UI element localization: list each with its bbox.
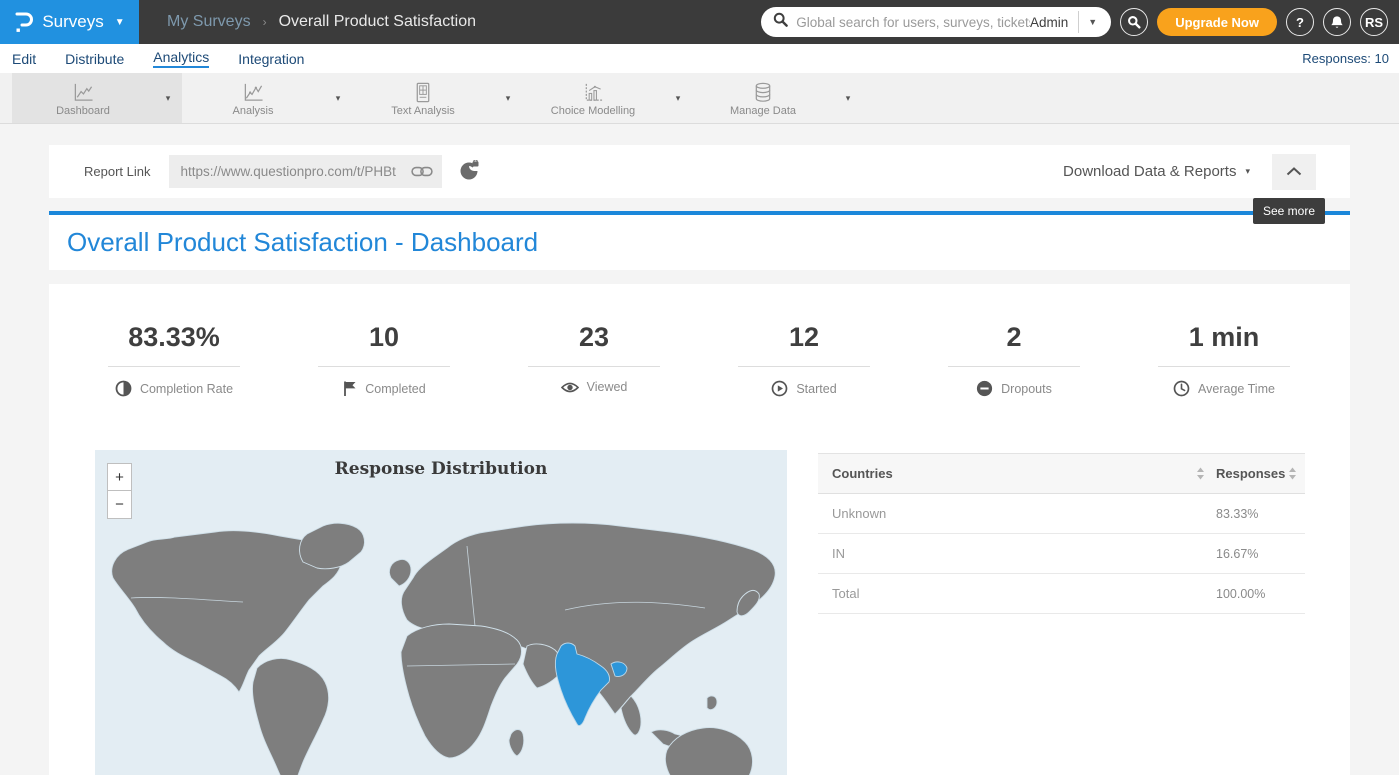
text-analysis-icon (410, 82, 436, 103)
report-link-bar: Report Link https://www.questionpro.com/… (49, 145, 1350, 198)
completion-rate-icon (115, 380, 132, 397)
help-button[interactable]: ? (1286, 8, 1314, 36)
breadcrumb-my-surveys[interactable]: My Surveys (167, 13, 251, 31)
countries-table-header: Countries Responses (818, 453, 1305, 494)
chevron-up-icon (1286, 167, 1302, 176)
toolbar-group-manage-data: Manage Data ▾ (692, 73, 862, 123)
column-header-countries[interactable]: Countries (832, 466, 893, 481)
analytics-toolbar: Dashboard ▾ Analysis ▾ Text Analysis ▾ C… (0, 73, 1399, 124)
map-zoom-out-button[interactable]: − (107, 491, 132, 519)
tab-manage-data-dropdown[interactable]: ▾ (834, 73, 862, 123)
tab-manage-data[interactable]: Manage Data (692, 73, 834, 123)
report-link-label: Report Link (84, 164, 150, 179)
eye-icon (561, 381, 579, 394)
tab-analysis-dropdown[interactable]: ▾ (324, 73, 352, 123)
top-bar: Surveys ▼ My Surveys › Overall Product S… (0, 0, 1399, 44)
flag-icon (342, 380, 357, 397)
play-circle-icon (771, 380, 788, 397)
stat-viewed: 23 Viewed (489, 322, 699, 397)
content-area: Report Link https://www.questionpro.com/… (0, 124, 1399, 775)
stat-average-time: 1 min Average Time (1119, 322, 1329, 397)
stat-started: 12 Started (699, 322, 909, 397)
responses-count: Responses: 10 (1302, 51, 1389, 66)
clock-icon (1173, 380, 1190, 397)
nav-item-edit[interactable]: Edit (12, 51, 36, 67)
product-name: Surveys (42, 12, 103, 32)
search-icon (773, 12, 788, 32)
report-url-value: https://www.questionpro.com/t/PHBt (180, 164, 411, 179)
sort-icon-responses[interactable] (1288, 467, 1297, 480)
survey-nav: Edit Distribute Analytics Integration Re… (0, 44, 1399, 73)
stats-row: 83.33% Completion Rate 10 Completed 23 (49, 284, 1350, 397)
global-search[interactable]: Admin ▼ (761, 7, 1111, 37)
dashboard-chart-icon (70, 82, 96, 103)
search-scope-dropdown[interactable]: ▼ (1079, 17, 1101, 27)
minus-circle-icon (976, 380, 993, 397)
report-url-field[interactable]: https://www.questionpro.com/t/PHBt (169, 155, 442, 188)
nav-item-integration[interactable]: Integration (238, 51, 304, 67)
tab-dashboard-dropdown[interactable]: ▾ (154, 73, 182, 123)
link-icon[interactable] (411, 165, 433, 178)
stat-dropouts: 2 Dropouts (909, 322, 1119, 397)
breadcrumb-current-page: Overall Product Satisfaction (279, 13, 476, 31)
table-row: Unknown 83.33% (818, 494, 1305, 534)
tab-text-analysis-dropdown[interactable]: ▾ (494, 73, 522, 123)
title-band: Overall Product Satisfaction - Dashboard (49, 215, 1350, 270)
search-button[interactable] (1120, 8, 1148, 36)
stat-completion-rate: 83.33% Completion Rate (69, 322, 279, 397)
bell-icon (1330, 15, 1344, 30)
tab-text-analysis[interactable]: Text Analysis (352, 73, 494, 123)
world-map-canvas[interactable] (95, 450, 787, 775)
table-row: Total 100.00% (818, 574, 1305, 614)
notifications-button[interactable] (1323, 8, 1351, 36)
user-avatar[interactable]: RS (1360, 8, 1388, 36)
toolbar-group-text-analysis: Text Analysis ▾ (352, 73, 522, 123)
choice-modelling-icon (580, 82, 606, 103)
analysis-chart-icon (240, 82, 266, 103)
breadcrumb: My Surveys › Overall Product Satisfactio… (167, 13, 476, 31)
questionpro-logo-icon (14, 10, 33, 34)
upgrade-now-button[interactable]: Upgrade Now (1157, 8, 1277, 36)
tab-choice-modelling[interactable]: Choice Modelling (522, 73, 664, 123)
breadcrumb-separator-icon: › (263, 15, 267, 29)
countries-table: Countries Responses Unknown 83.33% IN 16… (818, 453, 1305, 614)
toolbar-group-choice-modelling: Choice Modelling ▾ (522, 73, 692, 123)
tab-choice-modelling-dropdown[interactable]: ▾ (664, 73, 692, 123)
tab-analysis[interactable]: Analysis (182, 73, 324, 123)
sort-icon-countries[interactable] (1196, 467, 1205, 480)
toolbar-group-dashboard: Dashboard ▾ (12, 73, 182, 123)
response-distribution-map: Response Distribution + − (95, 450, 787, 775)
chevron-down-icon: ▼ (115, 17, 125, 28)
collapse-panel-button[interactable] (1272, 154, 1316, 190)
page-title: Overall Product Satisfaction - Dashboard (67, 227, 538, 258)
global-search-input[interactable] (796, 15, 1030, 30)
toolbar-group-analysis: Analysis ▾ (182, 73, 352, 123)
table-row: IN 16.67% (818, 534, 1305, 574)
report-access-globe-lock-icon[interactable] (458, 160, 481, 183)
tab-dashboard[interactable]: Dashboard (12, 73, 154, 123)
database-icon (750, 82, 776, 103)
search-scope-label: Admin (1030, 15, 1078, 30)
nav-item-distribute[interactable]: Distribute (65, 51, 124, 67)
stat-completed: 10 Completed (279, 322, 489, 397)
see-more-tooltip: See more (1253, 198, 1325, 224)
nav-item-analytics[interactable]: Analytics (153, 49, 209, 68)
column-header-responses[interactable]: Responses (1216, 466, 1285, 481)
surveys-product-menu[interactable]: Surveys ▼ (0, 0, 139, 44)
dashboard-card: 83.33% Completion Rate 10 Completed 23 (49, 284, 1350, 775)
download-dropdown-caret-icon[interactable]: ▾ (1245, 166, 1250, 177)
map-zoom-in-button[interactable]: + (107, 463, 132, 491)
download-data-reports[interactable]: Download Data & Reports (1063, 163, 1236, 180)
